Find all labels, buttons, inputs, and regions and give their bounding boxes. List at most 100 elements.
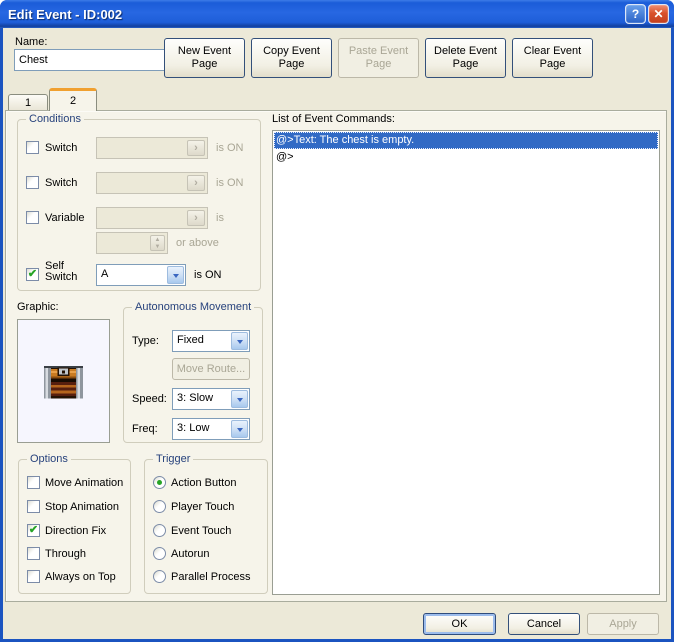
help-icon: ? bbox=[631, 7, 640, 21]
always-on-top-label: Always on Top bbox=[45, 571, 116, 583]
spin-up-icon: ▲ bbox=[154, 237, 161, 243]
combo-arrow-button[interactable] bbox=[167, 266, 184, 284]
variable-suffix: is bbox=[216, 212, 224, 224]
close-button[interactable]: ✕ bbox=[648, 4, 669, 24]
move-type-select[interactable]: Fixed bbox=[172, 330, 250, 352]
chevron-down-icon bbox=[236, 397, 243, 405]
options-group-title: Options bbox=[27, 453, 71, 465]
variable-amount-suffix: or above bbox=[176, 237, 219, 249]
variable-checkbox[interactable]: ✔ bbox=[26, 211, 39, 224]
player-touch-radio[interactable] bbox=[153, 500, 166, 513]
event-name-input[interactable] bbox=[14, 49, 167, 71]
autorun-label: Autorun bbox=[171, 548, 210, 560]
freq-label: Freq: bbox=[132, 423, 158, 435]
speed-label: Speed: bbox=[132, 393, 167, 405]
variable-lookup-button[interactable]: › bbox=[187, 210, 205, 226]
self-switch-label: Self Switch bbox=[45, 260, 78, 283]
movement-group-title: Autonomous Movement bbox=[132, 301, 255, 313]
graphic-label: Graphic: bbox=[17, 301, 59, 313]
switch2-suffix: is ON bbox=[216, 177, 244, 189]
switch1-checkbox[interactable]: ✔ bbox=[26, 141, 39, 154]
paste-event-page-button[interactable]: Paste Event Page bbox=[338, 38, 419, 78]
speed-select[interactable]: 3: Slow bbox=[172, 388, 250, 410]
combo-arrow-button[interactable] bbox=[231, 390, 248, 408]
self-switch-checkbox[interactable]: ✔ bbox=[26, 268, 39, 281]
tab-label: 1 bbox=[24, 97, 32, 109]
player-touch-label: Player Touch bbox=[171, 501, 235, 513]
event-touch-label: Event Touch bbox=[171, 525, 232, 537]
direction-fix-checkbox[interactable]: ✔ bbox=[27, 524, 40, 537]
direction-fix-label: Direction Fix bbox=[45, 525, 107, 537]
name-label: Name: bbox=[15, 36, 48, 48]
spinner-buttons[interactable]: ▲ ▼ bbox=[150, 235, 165, 251]
switch2-checkbox[interactable]: ✔ bbox=[26, 176, 39, 189]
edit-event-dialog: Edit Event - ID:002 ? ✕ Name: New Event … bbox=[0, 0, 674, 642]
self-switch-select[interactable]: A bbox=[96, 264, 186, 286]
combo-arrow-button[interactable] bbox=[231, 332, 248, 350]
graphic-box[interactable] bbox=[17, 319, 110, 443]
switch1-suffix: is ON bbox=[216, 142, 244, 154]
command-row[interactable]: @>Text: The chest is empty. bbox=[274, 132, 658, 149]
dialog-body: Name: New Event PageCopy Event PagePaste… bbox=[3, 28, 671, 639]
event-page-buttons: New Event Page Copy Event Page Paste Event… bbox=[164, 38, 593, 78]
autorun-radio[interactable] bbox=[153, 547, 166, 560]
conditions-group-title: Conditions bbox=[26, 113, 84, 125]
freq-select[interactable]: 3: Low bbox=[172, 418, 250, 440]
always-on-top-checkbox[interactable]: ✔ bbox=[27, 570, 40, 583]
copy-event-page-button[interactable]: Copy Event Page bbox=[251, 38, 332, 78]
move-animation-label: Move Animation bbox=[45, 477, 124, 489]
switch1-field: › bbox=[96, 137, 208, 159]
options-group: Options ✔ Move Animation ✔ Stop Animation ✔ D… bbox=[18, 453, 131, 594]
stop-animation-checkbox[interactable]: ✔ bbox=[27, 500, 40, 513]
tab-page-1[interactable]: 1 bbox=[8, 94, 48, 111]
help-button[interactable]: ? bbox=[625, 4, 646, 24]
event-touch-radio[interactable] bbox=[153, 524, 166, 537]
delete-event-page-button[interactable]: Delete Event Page bbox=[425, 38, 506, 78]
through-checkbox[interactable]: ✔ bbox=[27, 547, 40, 560]
action-button-radio[interactable] bbox=[153, 476, 166, 489]
type-label: Type: bbox=[132, 335, 159, 347]
move-route-button[interactable]: Move Route... bbox=[172, 358, 250, 380]
parallel-process-label: Parallel Process bbox=[171, 571, 251, 583]
spin-down-icon: ▼ bbox=[154, 244, 161, 250]
title-bar[interactable]: Edit Event - ID:002 ? ✕ bbox=[0, 0, 674, 28]
combo-arrow-button[interactable] bbox=[231, 420, 248, 438]
switch1-label: Switch bbox=[45, 142, 78, 154]
chevron-down-icon bbox=[236, 427, 243, 435]
action-button-label: Action Button bbox=[171, 477, 237, 489]
trigger-group: Trigger Action Button Player Touch Event T… bbox=[144, 453, 268, 594]
event-commands-list[interactable]: @>Text: The chest is empty. @> bbox=[272, 130, 660, 595]
event-page-panel: Conditions ✔ Switch › is ON ✔ Switch › i… bbox=[5, 110, 667, 602]
treasure-chest-sprite bbox=[43, 365, 84, 398]
apply-button[interactable]: Apply bbox=[587, 613, 659, 635]
switch1-lookup-button[interactable]: › bbox=[187, 140, 205, 156]
move-type-value: Fixed bbox=[177, 334, 204, 346]
conditions-group: Conditions ✔ Switch › is ON ✔ Switch › i… bbox=[17, 113, 261, 291]
clear-event-page-button[interactable]: Clear Event Page bbox=[512, 38, 593, 78]
commands-label: List of Event Commands: bbox=[272, 113, 395, 125]
tab-page-2[interactable]: 2 bbox=[49, 88, 97, 111]
variable-label: Variable bbox=[45, 212, 85, 224]
switch2-field: › bbox=[96, 172, 208, 194]
cancel-button[interactable]: Cancel bbox=[508, 613, 580, 635]
switch2-lookup-button[interactable]: › bbox=[187, 175, 205, 191]
new-event-page-button[interactable]: New Event Page bbox=[164, 38, 245, 78]
self-switch-suffix: is ON bbox=[194, 269, 222, 281]
command-row[interactable]: @> bbox=[274, 149, 658, 166]
window-title: Edit Event - ID:002 bbox=[8, 6, 123, 22]
switch2-label: Switch bbox=[45, 177, 78, 189]
tab-label: 2 bbox=[69, 95, 77, 107]
chevron-down-icon bbox=[236, 339, 243, 347]
freq-value: 3: Low bbox=[177, 422, 210, 434]
parallel-process-radio[interactable] bbox=[153, 570, 166, 583]
stop-animation-label: Stop Animation bbox=[45, 501, 119, 513]
speed-value: 3: Slow bbox=[177, 392, 214, 404]
close-icon: ✕ bbox=[653, 7, 664, 21]
ok-button[interactable]: OK bbox=[423, 613, 496, 635]
autonomous-movement-group: Autonomous Movement Type: Fixed Move Rou… bbox=[123, 301, 263, 443]
move-animation-checkbox[interactable]: ✔ bbox=[27, 476, 40, 489]
through-label: Through bbox=[45, 548, 86, 560]
variable-amount-spinner: ▲ ▼ bbox=[96, 232, 168, 254]
variable-field: › bbox=[96, 207, 208, 229]
trigger-group-title: Trigger bbox=[153, 453, 194, 465]
